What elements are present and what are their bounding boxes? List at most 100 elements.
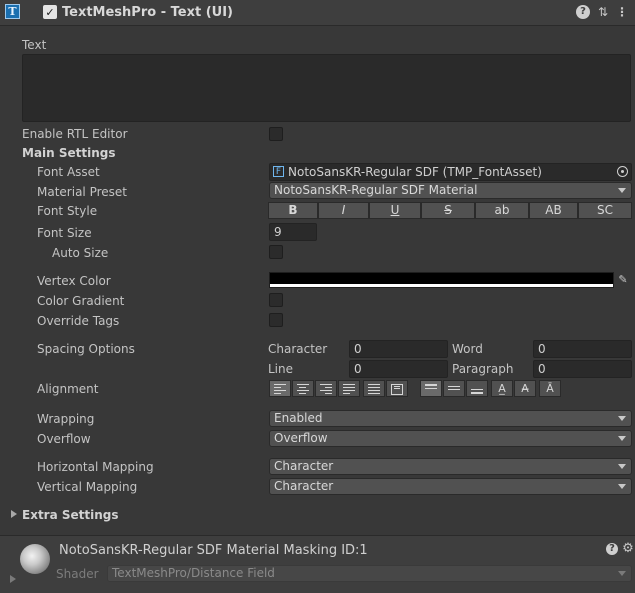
color-gradient-checkbox[interactable] [269,293,283,307]
font-style-label: Font Style [37,204,98,218]
object-picker-icon[interactable] [617,166,628,177]
enable-rtl-checkbox[interactable] [269,127,283,141]
align-baseline-icon: A̲ [498,382,506,395]
overflow-value: Overflow [274,431,328,445]
font-style-smallcaps-button[interactable]: SC [578,202,632,219]
auto-size-label: Auto Size [52,246,109,260]
text-input-area[interactable] [22,54,631,122]
paragraph-spacing-label: Paragraph [452,362,514,376]
font-asset-value: NotoSansKR-Regular SDF (TMP_FontAsset) [288,165,542,179]
vertex-color-label: Vertex Color [37,274,111,288]
more-icon[interactable]: ⋮ [615,5,629,19]
font-style-lowercase-button[interactable]: ab [475,202,529,219]
align-left-icon [274,384,286,394]
character-spacing-input[interactable]: 0 [349,340,448,358]
align-top-icon [425,384,437,394]
font-style-uppercase-button[interactable]: AB [529,202,578,219]
overflow-label: Overflow [37,432,91,446]
word-spacing-input[interactable]: 0 [533,340,632,358]
align-bottom-button[interactable] [466,380,488,397]
character-spacing-label: Character [268,342,328,356]
help-icon[interactable]: ? [576,5,590,19]
line-spacing-input[interactable]: 0 [349,360,448,378]
align-middle-icon [448,386,460,396]
chevron-down-icon [618,188,626,193]
override-tags-checkbox[interactable] [269,313,283,327]
font-asset-icon: F [273,166,284,177]
material-section: NotoSansKR-Regular SDF Material Masking … [0,535,635,593]
align-justified-icon [343,384,355,394]
vertical-mapping-dropdown[interactable]: Character [269,478,632,495]
color-gradient-label: Color Gradient [37,294,125,308]
enable-rtl-label: Enable RTL Editor [22,127,128,141]
align-midline-icon: A̶ [521,382,529,395]
chevron-down-icon [618,464,626,469]
material-preset-dropdown[interactable]: NotoSansKR-Regular SDF Material [269,182,632,199]
overflow-dropdown[interactable]: Overflow [269,430,632,447]
font-style-underline-button[interactable]: U [369,202,421,219]
chevron-down-icon [618,436,626,441]
align-center-icon [297,384,309,394]
line-spacing-label: Line [268,362,294,376]
font-size-input[interactable]: 9 [269,223,317,241]
wrapping-label: Wrapping [37,412,95,426]
help-icon[interactable]: ? [606,543,618,555]
align-capline-button[interactable]: Ā [539,380,561,397]
font-style-bold-button[interactable]: B [268,202,318,219]
shader-value: TextMeshPro/Distance Field [112,566,275,580]
extra-settings-title[interactable]: Extra Settings [22,508,119,522]
align-flush-button[interactable] [363,380,385,397]
shader-label: Shader [56,567,99,581]
shader-dropdown[interactable]: TextMeshPro/Distance Field [107,565,632,582]
align-right-icon [320,384,332,394]
horizontal-mapping-label: Horizontal Mapping [37,460,154,474]
vertex-color-alpha-bar [270,284,613,287]
eyedropper-icon[interactable]: ✎ [616,273,630,287]
align-left-button[interactable] [269,380,291,397]
align-geometry-center-button[interactable] [386,380,408,397]
align-right-button[interactable] [315,380,337,397]
component-title: TextMeshPro - Text (UI) [62,5,233,20]
alignment-label: Alignment [37,382,99,396]
chevron-down-icon [618,416,626,421]
auto-size-checkbox[interactable] [269,245,283,259]
chevron-down-icon [618,571,626,576]
textmeshpro-icon: T [5,4,20,19]
preset-icon[interactable]: ⇅ [596,5,610,19]
component-enabled-checkbox[interactable]: ✓ [43,5,57,19]
material-preset-label: Material Preset [37,185,127,199]
gear-icon[interactable]: ⚙ [621,542,635,556]
font-asset-label: Font Asset [37,165,100,179]
font-asset-field[interactable]: F NotoSansKR-Regular SDF (TMP_FontAsset) [269,163,632,181]
align-bottom-icon [471,389,483,399]
override-tags-label: Override Tags [37,314,120,328]
component-header[interactable]: T ✓ TextMeshPro - Text (UI) ? ⇅ ⋮ [0,0,635,26]
text-label: Text [22,38,47,52]
word-spacing-label: Word [452,342,483,356]
align-flush-icon [368,384,380,394]
horizontal-mapping-value: Character [274,459,334,473]
extra-settings-foldout-icon[interactable] [11,510,17,518]
align-justified-button[interactable] [338,380,360,397]
align-midline-button[interactable]: A̶ [514,380,536,397]
align-geometry-center-icon [391,384,403,395]
font-style-italic-button[interactable]: I [318,202,369,219]
font-size-label: Font Size [37,226,92,240]
vertical-mapping-label: Vertical Mapping [37,480,138,494]
align-baseline-button[interactable]: A̲ [491,380,513,397]
font-style-strikethrough-button[interactable]: S [421,202,475,219]
align-center-button[interactable] [292,380,314,397]
align-top-button[interactable] [420,380,442,397]
chevron-down-icon [618,484,626,489]
material-preview-sphere-icon [20,544,50,574]
horizontal-mapping-dropdown[interactable]: Character [269,458,632,475]
material-foldout-icon[interactable] [10,575,16,583]
material-title: NotoSansKR-Regular SDF Material Masking … [59,543,368,558]
wrapping-value: Enabled [274,411,323,425]
material-preset-value: NotoSansKR-Regular SDF Material [274,183,478,197]
paragraph-spacing-input[interactable]: 0 [533,360,632,378]
vertical-mapping-value: Character [274,479,334,493]
wrapping-dropdown[interactable]: Enabled [269,410,632,427]
align-middle-button[interactable] [443,380,465,397]
vertex-color-swatch[interactable] [269,272,614,288]
